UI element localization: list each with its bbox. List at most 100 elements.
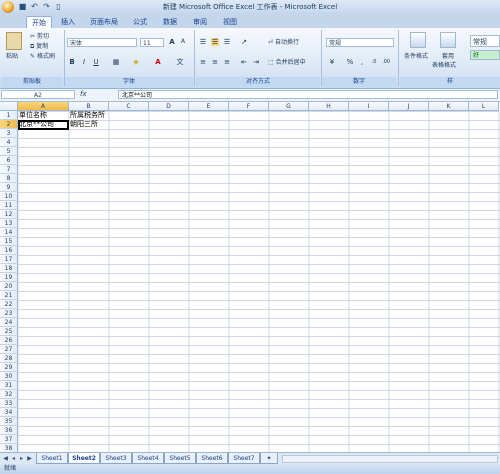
font-color-icon[interactable]: A [154, 58, 162, 66]
phonetic-button[interactable]: 文 [176, 58, 184, 66]
name-box[interactable]: A2 [1, 90, 75, 99]
decrease-indent-icon[interactable]: ⇤ [240, 58, 248, 66]
worksheet-grid[interactable]: ABCDEFGHIJKL 1 2 3 4 5 6 7 8 9 10 11 12 13 14 15 16 17 18… [0, 102, 500, 452]
style-normal[interactable]: 常规 [470, 35, 500, 47]
row-header-13[interactable]: 13 [0, 219, 18, 228]
row-header-26[interactable]: 26 [0, 336, 18, 345]
row-header-22[interactable]: 22 [0, 300, 18, 309]
cut-button[interactable]: ✂ 剪切 [30, 32, 49, 41]
row-header-23[interactable]: 23 [0, 309, 18, 318]
row-header-15[interactable]: 15 [0, 237, 18, 246]
row-header-31[interactable]: 31 [0, 381, 18, 390]
column-header-C[interactable]: C [109, 102, 149, 111]
decrease-decimal-icon[interactable]: .00 [382, 58, 390, 66]
column-header-G[interactable]: G [269, 102, 309, 111]
last-sheet-icon[interactable]: ▶ [26, 455, 33, 463]
row-header-34[interactable]: 34 [0, 408, 18, 417]
row-header-11[interactable]: 11 [0, 201, 18, 210]
apply-label[interactable]: 套用 [442, 52, 454, 61]
row-header-3[interactable]: 3 [0, 129, 18, 138]
cell-A1[interactable]: 单位名称 [18, 111, 47, 120]
tab-view[interactable]: 视图 [220, 16, 240, 28]
row-header-37[interactable]: 37 [0, 435, 18, 444]
column-header-B[interactable]: B [69, 102, 109, 111]
wrap-text-button[interactable]: ⏎ 自动换行 [268, 38, 299, 47]
bold-button[interactable]: B [68, 58, 76, 66]
increase-decimal-icon[interactable]: .0 [370, 58, 378, 66]
font-name-select[interactable]: 宋体 [67, 38, 137, 47]
row-header-36[interactable]: 36 [0, 426, 18, 435]
row-header-17[interactable]: 17 [0, 255, 18, 264]
table-format-icon[interactable] [440, 32, 456, 48]
tab-page-layout[interactable]: 页面布局 [86, 16, 122, 28]
align-left-icon[interactable]: ≡ [199, 58, 207, 66]
orientation-icon[interactable]: ↗ [240, 38, 248, 46]
row-header-4[interactable]: 4 [0, 138, 18, 147]
row-header-16[interactable]: 16 [0, 246, 18, 255]
column-header-I[interactable]: I [349, 102, 389, 111]
currency-icon[interactable]: ¥ [328, 58, 336, 66]
sheet-tab-2[interactable]: Sheet2 [68, 453, 100, 464]
sheet-tab-7[interactable]: Sheet7 [228, 453, 260, 464]
row-header-8[interactable]: 8 [0, 174, 18, 183]
underline-button[interactable]: U [92, 58, 100, 66]
column-header-D[interactable]: D [149, 102, 189, 111]
sheet-tab-5[interactable]: Sheet5 [164, 453, 196, 464]
number-format-select[interactable]: 常规 [326, 38, 394, 47]
tab-formulas[interactable]: 公式 [130, 16, 150, 28]
increase-indent-icon[interactable]: ⇥ [252, 58, 260, 66]
first-sheet-icon[interactable]: ◀ [2, 455, 9, 463]
border-icon[interactable]: ▦ [112, 58, 120, 66]
row-header-10[interactable]: 10 [0, 192, 18, 201]
sheet-tab-6[interactable]: Sheet6 [196, 453, 228, 464]
tab-insert[interactable]: 插入 [58, 16, 78, 28]
row-header-29[interactable]: 29 [0, 363, 18, 372]
row-header-12[interactable]: 12 [0, 210, 18, 219]
insert-sheet-icon[interactable]: ✦ [260, 453, 278, 464]
row-header-21[interactable]: 21 [0, 291, 18, 300]
cell-B1[interactable]: 所属税务所 [69, 111, 105, 120]
column-header-E[interactable]: E [189, 102, 229, 111]
cell-B2[interactable]: 朝阳三所 [69, 120, 98, 129]
copy-button[interactable]: ⧉ 复制 [30, 42, 48, 51]
row-header-25[interactable]: 25 [0, 327, 18, 336]
style-good[interactable]: 好 [470, 50, 500, 60]
align-right-icon[interactable]: ≡ [223, 58, 231, 66]
row-header-33[interactable]: 33 [0, 399, 18, 408]
column-header-F[interactable]: F [229, 102, 269, 111]
column-header-L[interactable]: L [469, 102, 499, 111]
conditional-format-button[interactable]: 条件格式 [404, 52, 428, 61]
row-header-19[interactable]: 19 [0, 273, 18, 282]
column-header-A[interactable]: A [18, 102, 69, 111]
shrink-font-icon[interactable]: A [179, 38, 187, 46]
align-bottom-icon[interactable]: ☰ [223, 38, 231, 46]
row-header-28[interactable]: 28 [0, 354, 18, 363]
row-header-38[interactable]: 38 [0, 444, 18, 452]
align-center-icon[interactable]: ≡ [211, 58, 219, 66]
column-header-H[interactable]: H [309, 102, 349, 111]
row-header-35[interactable]: 35 [0, 417, 18, 426]
row-header-2[interactable]: 2 [0, 120, 18, 129]
align-top-icon[interactable]: ☰ [199, 38, 207, 46]
merge-center-button[interactable]: ⬚ 合并后居中 [268, 58, 306, 67]
row-header-1[interactable]: 1 [0, 111, 18, 120]
select-all-corner[interactable] [0, 102, 18, 111]
sheet-tab-1[interactable]: Sheet1 [36, 453, 68, 464]
row-header-20[interactable]: 20 [0, 282, 18, 291]
percent-button[interactable]: % [346, 58, 354, 66]
row-header-7[interactable]: 7 [0, 165, 18, 174]
column-header-K[interactable]: K [429, 102, 469, 111]
sheet-tab-4[interactable]: Sheet4 [132, 453, 164, 464]
align-middle-icon[interactable]: ☰ [211, 38, 219, 46]
paste-icon[interactable] [6, 32, 22, 50]
table-format-button[interactable]: 表格格式 [432, 61, 456, 70]
row-header-6[interactable]: 6 [0, 156, 18, 165]
row-header-9[interactable]: 9 [0, 183, 18, 192]
row-header-30[interactable]: 30 [0, 372, 18, 381]
column-header-J[interactable]: J [389, 102, 429, 111]
row-header-27[interactable]: 27 [0, 345, 18, 354]
prev-sheet-icon[interactable]: ◂ [10, 455, 17, 463]
grow-font-icon[interactable]: A [168, 38, 176, 46]
formula-input[interactable]: 北京**公司 [118, 90, 498, 99]
tab-data[interactable]: 数据 [160, 16, 180, 28]
